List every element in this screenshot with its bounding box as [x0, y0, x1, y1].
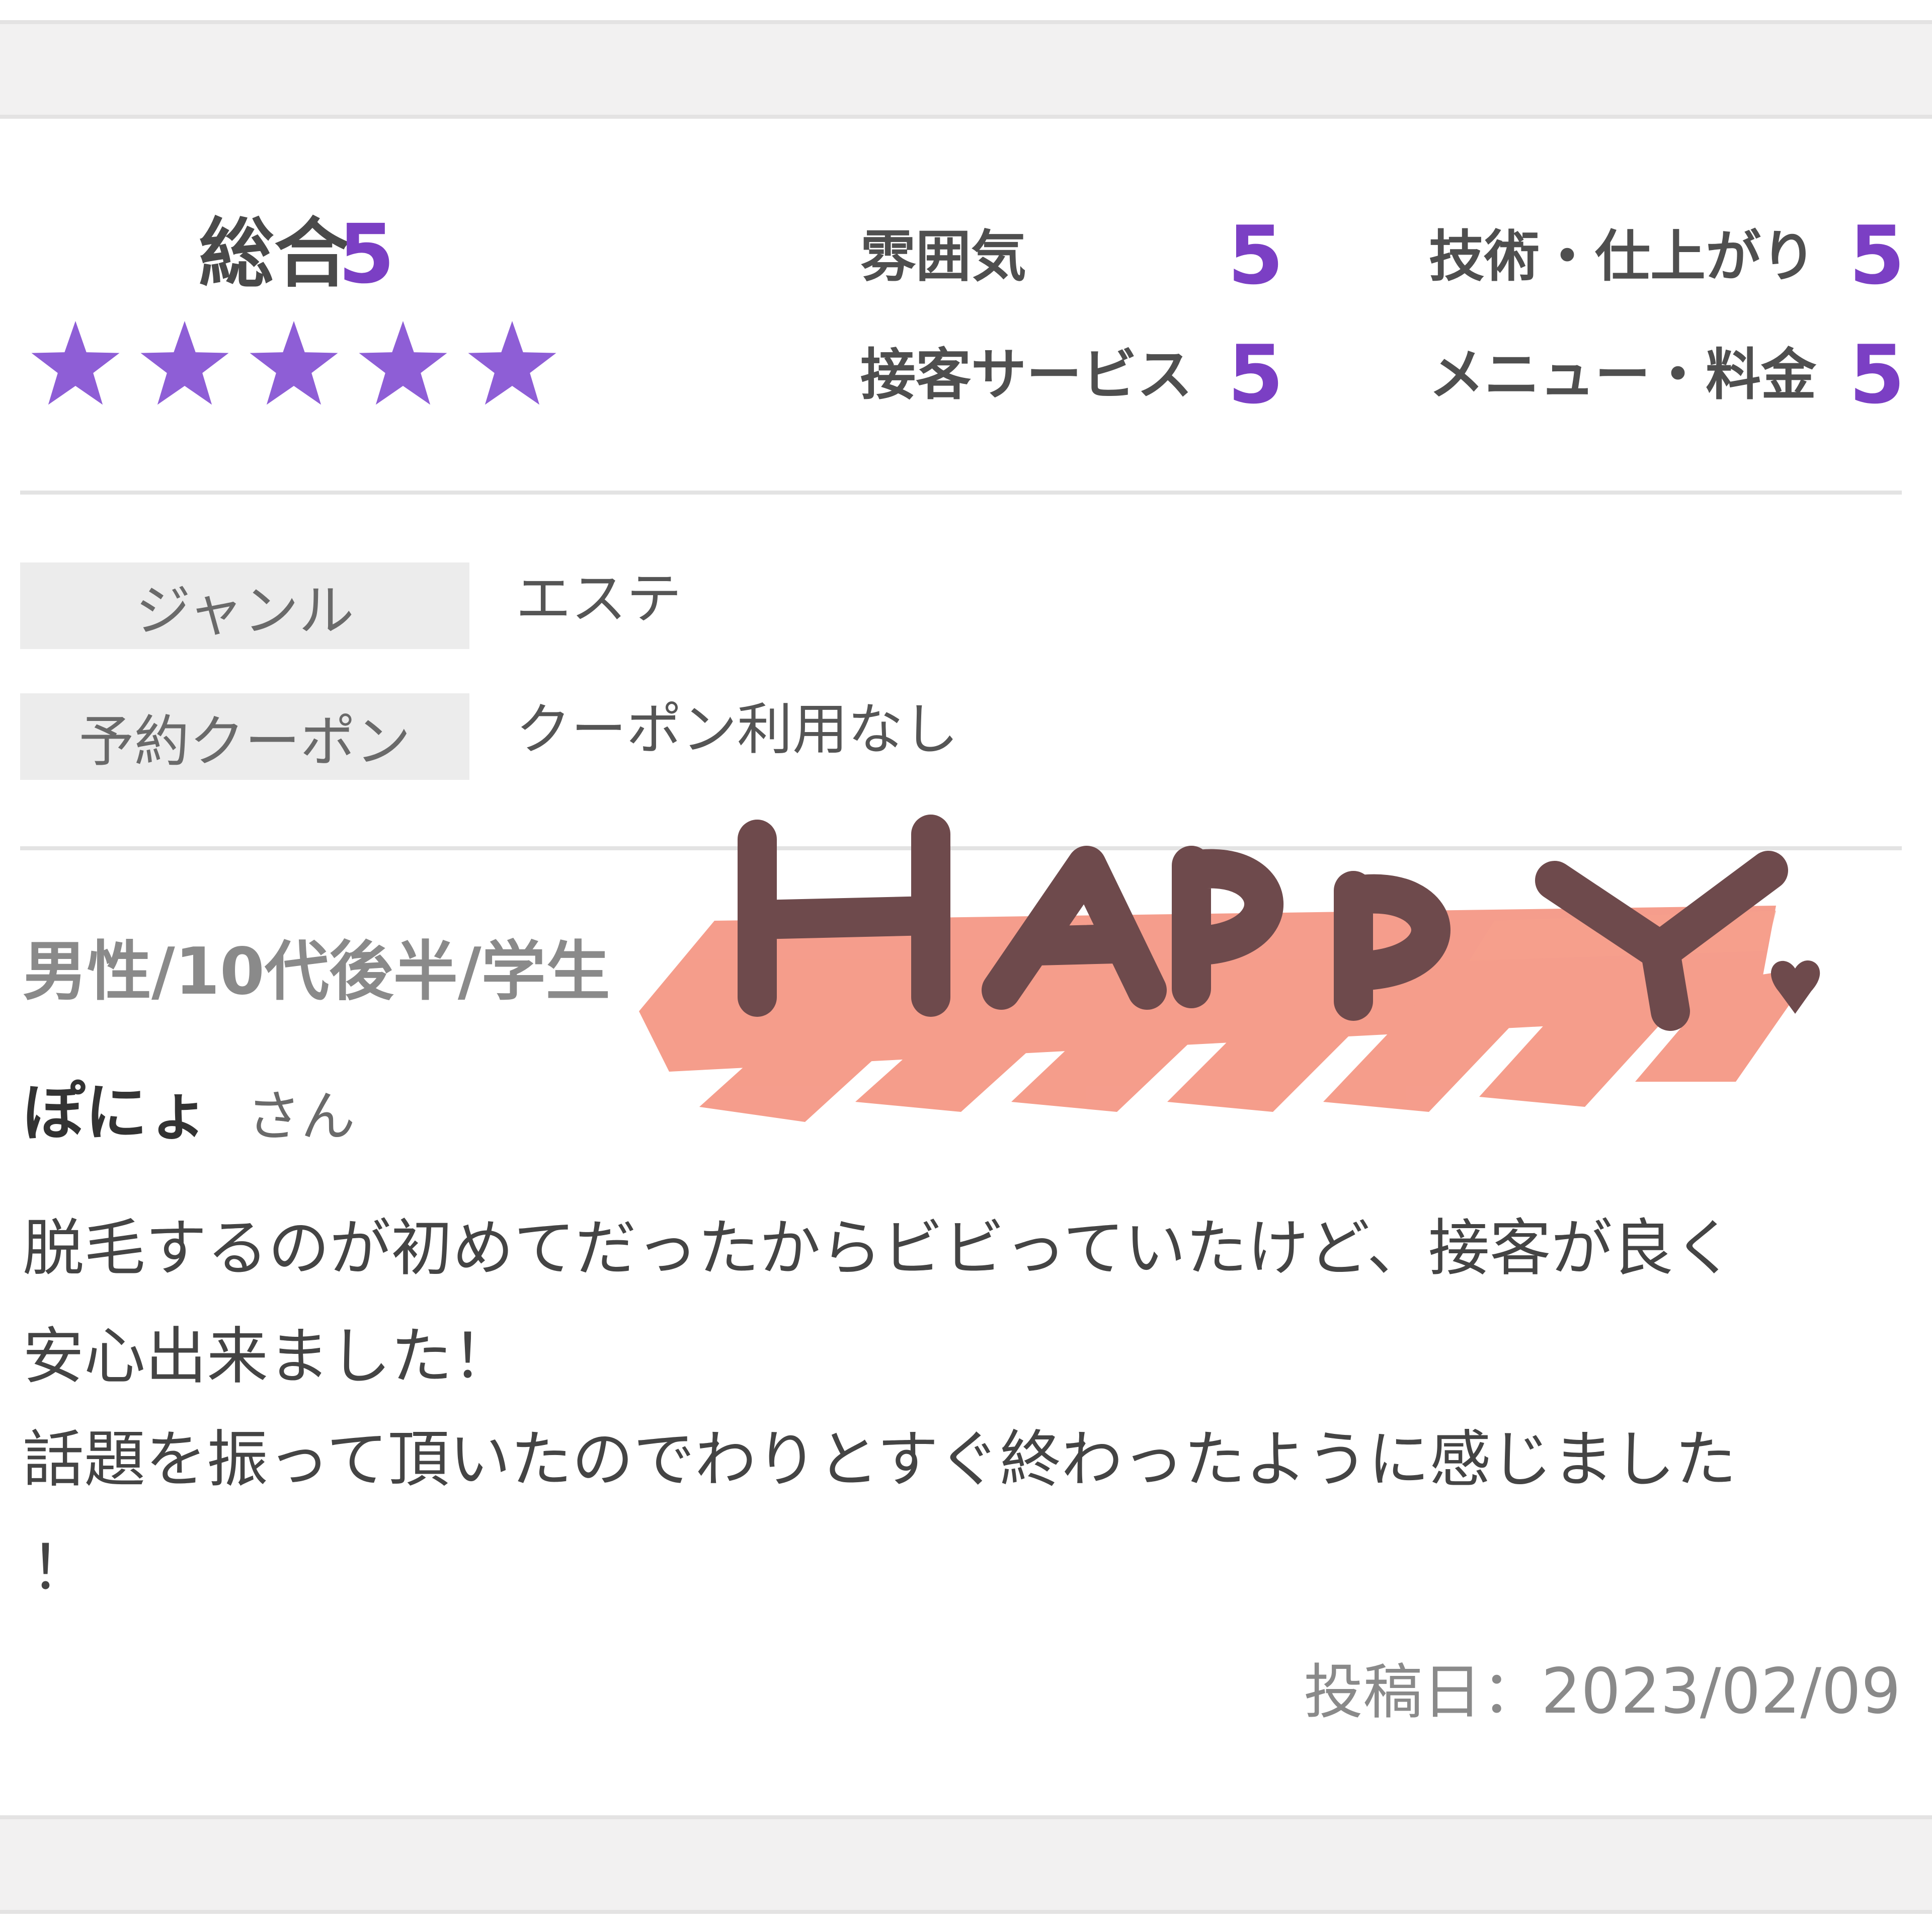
review-text-line: ！: [30, 1532, 92, 1603]
genre-label: ジャンル: [20, 562, 469, 649]
review-text-line: 安心出来ました！: [23, 1321, 514, 1392]
bottom-band: [0, 1815, 1932, 1914]
star-icon: [468, 321, 556, 405]
category-score-technique: 5: [1849, 208, 1905, 302]
posted-date-value: 2023/02/09: [1541, 1655, 1901, 1728]
category-score-service: 5: [1228, 328, 1284, 422]
happy-sticker: [639, 815, 1820, 1122]
category-score-menu-price: 5: [1849, 328, 1905, 422]
category-label-menu-price: メニュー・料金: [1429, 343, 1816, 407]
review-text-line: 話題を振って頂いたのでわりとすぐ終わったように感じました: [23, 1424, 1737, 1495]
overall-rating-score: 5: [338, 207, 395, 302]
star-icon: [359, 321, 447, 405]
category-label-atmosphere: 雰囲気: [860, 224, 1026, 289]
coupon-value: クーポン利用なし: [516, 697, 958, 762]
category-label-technique: 技術・仕上がり: [1429, 224, 1816, 289]
reviewer-nickname: ぽにょ: [23, 1077, 210, 1149]
star-rating: [31, 321, 556, 405]
reviewer-honorific: さん: [247, 1085, 356, 1148]
coupon-label: 予約クーポン: [20, 693, 469, 780]
category-label-service: 接客サービス: [860, 343, 1192, 407]
overall-rating-label: 総合: [199, 210, 350, 298]
genre-value: エステ: [516, 567, 682, 631]
reviewer-profile: 男性/10代後半/学生: [23, 934, 610, 1009]
posted-date-label: 投稿日：: [1304, 1657, 1542, 1727]
posted-date: 投稿日：2023/02/09: [1304, 1660, 1901, 1723]
review-text-line: 脱毛するのが初めてだったからビビっていたけど、接客が良く: [23, 1213, 1735, 1284]
star-icon: [140, 321, 229, 405]
top-band: [0, 20, 1932, 119]
star-icon: [250, 321, 338, 405]
divider: [20, 491, 1902, 495]
category-score-atmosphere: 5: [1228, 208, 1284, 302]
star-icon: [31, 321, 120, 405]
